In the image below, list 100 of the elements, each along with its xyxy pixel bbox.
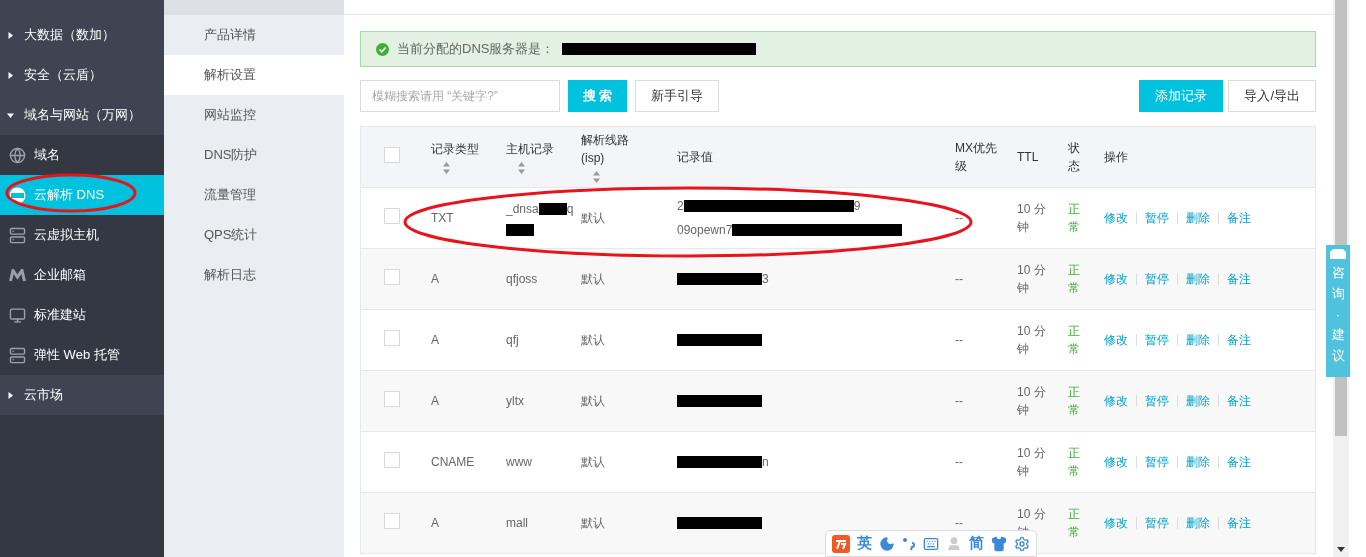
status-text: 正常 <box>1068 201 1081 236</box>
nav-group[interactable]: 域名与网站（万网） <box>0 95 164 135</box>
caret-icon <box>7 391 14 399</box>
column-header: 记录值 <box>677 149 714 166</box>
action-link[interactable]: 暂停 <box>1137 456 1178 468</box>
punctuation-icon[interactable] <box>902 536 916 551</box>
column-header: TTL <box>1017 149 1040 166</box>
redaction-bar <box>538 203 567 215</box>
cell-text: -- <box>955 271 963 288</box>
action-link[interactable]: 修改 <box>1104 212 1137 224</box>
caret-icon <box>7 111 14 119</box>
subnav-item[interactable]: 解析日志 <box>164 255 344 295</box>
cell-text: yltx <box>506 393 524 410</box>
action-link[interactable]: 备注 <box>1219 331 1259 349</box>
cell-text: qfj <box>506 332 519 349</box>
checkbox[interactable] <box>384 207 400 224</box>
cell-text: 默认 <box>581 454 605 471</box>
checkbox[interactable] <box>384 512 400 529</box>
monitor-icon <box>8 306 26 324</box>
action-link[interactable]: 修改 <box>1104 517 1137 529</box>
cell-text: -- <box>955 210 963 227</box>
checkbox[interactable] <box>384 390 400 407</box>
cell-text: www <box>506 454 532 471</box>
alert-text: 当前分配的DNS服务器是： <box>397 40 555 59</box>
zigzag-icon <box>8 268 26 282</box>
feedback-tooltip[interactable]: 咨询·建议 <box>1326 245 1350 377</box>
status-text: 正常 <box>1068 384 1081 419</box>
nav-group[interactable]: 云市场 <box>0 375 164 415</box>
column-header: 记录类型 <box>431 141 480 158</box>
action-link[interactable]: 暂停 <box>1137 273 1178 285</box>
search-field[interactable]: 模糊搜索请用 “关键字?” <box>360 80 560 112</box>
action-link[interactable]: 备注 <box>1219 514 1259 532</box>
subnav-item[interactable]: 流量管理 <box>164 175 344 215</box>
action-link[interactable]: 修改 <box>1104 456 1137 468</box>
action-link[interactable]: 修改 <box>1104 395 1137 407</box>
cell-text: -- <box>955 393 963 410</box>
action-link[interactable]: 暂停 <box>1137 517 1178 529</box>
subnav-item[interactable]: QPS统计 <box>164 215 344 255</box>
nav-group[interactable]: 大数据（数加） <box>0 15 164 55</box>
action-link[interactable]: 备注 <box>1219 209 1259 227</box>
cell-text: A <box>431 515 439 532</box>
status-text: 正常 <box>1068 323 1081 358</box>
action-link[interactable]: 暂停 <box>1137 395 1178 407</box>
server-icon <box>8 226 26 244</box>
action-link[interactable]: 删除 <box>1178 212 1219 224</box>
sort-icon[interactable] <box>443 162 450 174</box>
sort-icon[interactable] <box>593 171 600 183</box>
checkbox[interactable] <box>384 268 400 285</box>
cell-text: 10 分钟 <box>1017 445 1047 480</box>
column-header: MX优先级 <box>955 140 998 175</box>
secondary-button[interactable]: 新手引导 <box>635 80 719 112</box>
moon-icon[interactable] <box>879 535 895 552</box>
sort-icon[interactable] <box>518 162 525 174</box>
action-link[interactable]: 暂停 <box>1137 334 1178 346</box>
check-circle-icon <box>376 42 389 56</box>
scroll-down-icon[interactable] <box>1337 547 1345 552</box>
shirt-icon[interactable] <box>991 535 1007 552</box>
action-link[interactable]: 删除 <box>1178 395 1219 407</box>
secondary-button[interactable]: 导入/导出 <box>1228 80 1316 112</box>
caret-icon <box>7 71 14 79</box>
user-icon[interactable] <box>946 535 962 552</box>
nav-group[interactable]: 安全（云盾） <box>0 55 164 95</box>
inbox-icon <box>1330 249 1346 259</box>
globe-icon <box>8 146 26 164</box>
action-link[interactable]: 删除 <box>1178 517 1219 529</box>
subnav-item[interactable]: 解析设置 <box>164 55 344 95</box>
checkbox[interactable] <box>384 451 400 468</box>
keyboard-icon[interactable] <box>923 535 939 552</box>
action-link[interactable]: 删除 <box>1178 273 1219 285</box>
cell-text: 默认 <box>581 515 605 532</box>
cell-text: 9 <box>853 198 861 215</box>
column-header: 解析线路(isp) <box>581 132 630 167</box>
cell-text: 默认 <box>581 332 605 349</box>
action-link[interactable]: 修改 <box>1104 273 1137 285</box>
cell-text: 09opewn7 <box>677 222 733 239</box>
subnav-item[interactable]: 产品详情 <box>164 15 344 55</box>
checkbox[interactable] <box>384 329 400 346</box>
ime-mode-text[interactable]: 简 <box>969 532 984 555</box>
server-icon <box>8 346 26 364</box>
action-link[interactable]: 删除 <box>1178 334 1219 346</box>
action-link[interactable]: 备注 <box>1219 270 1259 288</box>
action-link[interactable]: 暂停 <box>1137 212 1178 224</box>
search-button[interactable]: 搜 索 <box>568 80 627 112</box>
primary-button[interactable]: 添加记录 <box>1139 80 1224 112</box>
redaction-bar <box>506 224 534 236</box>
checkbox[interactable] <box>384 146 400 163</box>
subnav-item[interactable]: DNS防护 <box>164 135 344 175</box>
action-link[interactable]: 备注 <box>1219 392 1259 410</box>
action-link[interactable]: 删除 <box>1178 456 1219 468</box>
cell-text: A <box>431 393 439 410</box>
action-link[interactable]: 修改 <box>1104 334 1137 346</box>
settings-icon[interactable] <box>1014 535 1030 552</box>
column-header: 状态 <box>1068 140 1081 175</box>
cell-text: 默认 <box>581 393 605 410</box>
subnav-item[interactable]: 网站监控 <box>164 95 344 135</box>
cell-text: 10 分钟 <box>1017 384 1047 419</box>
dns-globe-icon <box>8 186 26 204</box>
ime-mode-text[interactable]: 英 <box>857 532 872 555</box>
action-link[interactable]: 备注 <box>1219 453 1259 471</box>
cell-text: 默认 <box>581 210 605 227</box>
